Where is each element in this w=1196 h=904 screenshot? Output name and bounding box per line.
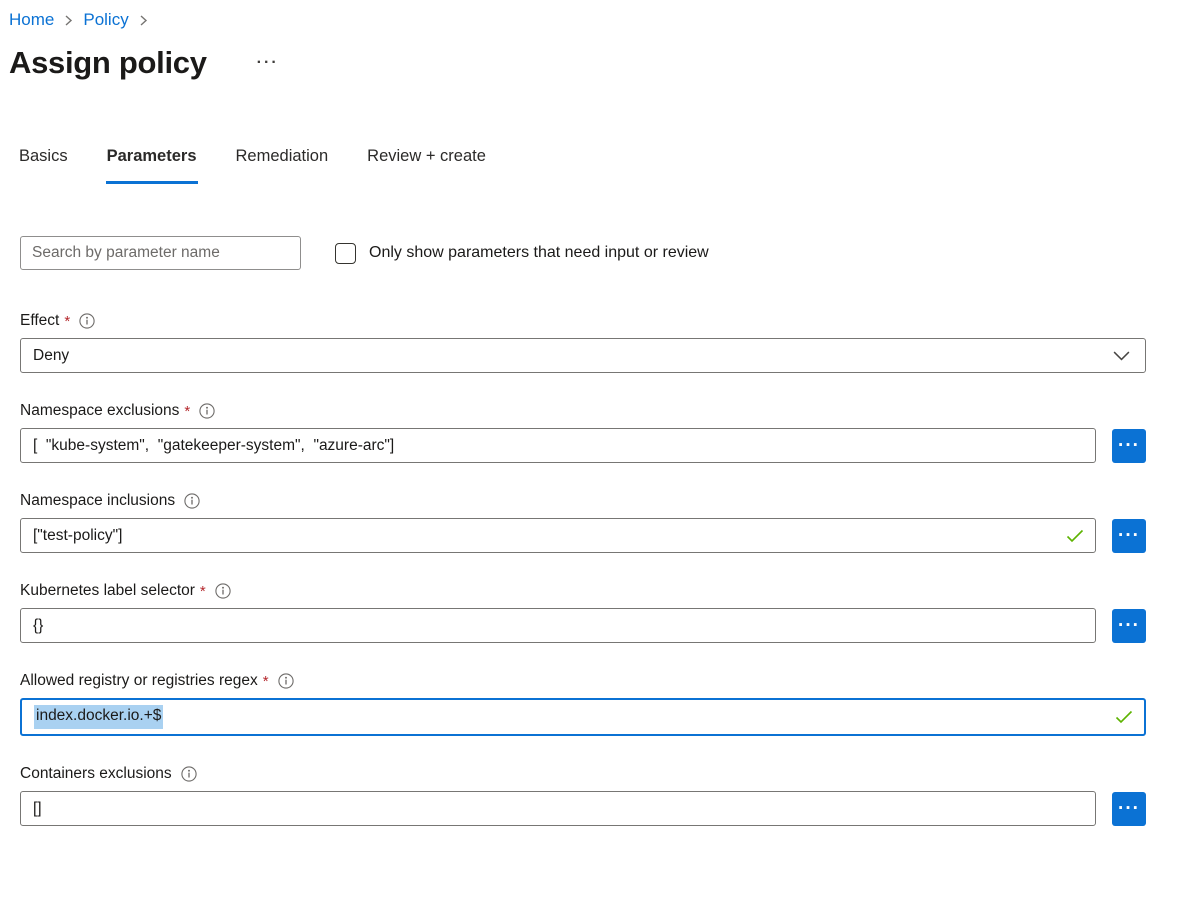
control-row: {} ··· (20, 608, 1146, 643)
namespace-inclusions-edit-button[interactable]: ··· (1112, 519, 1146, 553)
field-label-text: Namespace inclusions (20, 492, 175, 510)
control-row: ["test-policy"] ··· (20, 518, 1146, 553)
effect-dropdown[interactable]: Deny (20, 338, 1146, 373)
breadcrumb: Home Policy (0, 0, 1196, 30)
filter-row: Only show parameters that need input or … (20, 236, 1196, 270)
kubernetes-label-selector-edit-button[interactable]: ··· (1112, 609, 1146, 643)
page-header: Assign policy ··· (9, 45, 1196, 81)
required-marker: * (263, 673, 269, 690)
dropdown-selected-value: Deny (33, 347, 69, 365)
required-marker: * (184, 403, 190, 420)
tab-review-create[interactable]: Review + create (366, 143, 487, 184)
containers-exclusions-input[interactable]: [] (20, 791, 1096, 826)
tab-remediation[interactable]: Remediation (235, 143, 330, 184)
page-title: Assign policy (9, 45, 207, 81)
info-icon[interactable] (199, 403, 215, 419)
namespace-inclusions-input[interactable]: ["test-policy"] (20, 518, 1096, 553)
namespace-exclusions-input[interactable]: [ "kube-system", "gatekeeper-system", "a… (20, 428, 1096, 463)
field-label-row: Namespace inclusions (20, 492, 1146, 510)
input-value: {} (33, 617, 43, 635)
input-value: [] (33, 800, 42, 818)
field-label-text: Effect (20, 312, 59, 330)
chevron-right-icon (63, 14, 74, 27)
selected-input-text: index.docker.io.+$ (34, 705, 163, 729)
breadcrumb-link-policy[interactable]: Policy (83, 10, 128, 30)
field-effect: Effect * Deny (20, 312, 1146, 373)
namespace-exclusions-edit-button[interactable]: ··· (1112, 429, 1146, 463)
field-label-row: Allowed registry or registries regex * (20, 672, 1146, 690)
containers-exclusions-edit-button[interactable]: ··· (1112, 792, 1146, 826)
info-icon[interactable] (278, 673, 294, 689)
info-icon[interactable] (184, 493, 200, 509)
control-row: index.docker.io.+$ (20, 698, 1146, 736)
chevron-down-icon (1113, 350, 1130, 361)
required-marker: * (200, 583, 206, 600)
tab-parameters[interactable]: Parameters (106, 143, 198, 184)
field-label-text: Containers exclusions (20, 765, 172, 783)
tab-basics[interactable]: Basics (18, 143, 69, 184)
field-label-row: Effect * (20, 312, 1146, 330)
info-icon[interactable] (79, 313, 95, 329)
required-marker: * (64, 313, 70, 330)
info-icon[interactable] (181, 766, 197, 782)
kubernetes-label-selector-input[interactable]: {} (20, 608, 1096, 643)
breadcrumb-link-home[interactable]: Home (9, 10, 54, 30)
field-containers-exclusions: Containers exclusions [] ··· (20, 765, 1146, 826)
input-value: ["test-policy"] (33, 527, 122, 545)
valid-check-icon (1066, 529, 1084, 543)
field-namespace-exclusions: Namespace exclusions * [ "kube-system", … (20, 402, 1146, 463)
valid-check-icon (1115, 710, 1133, 724)
field-label-text: Allowed registry or registries regex (20, 672, 258, 690)
parameters-form: Effect * Deny Namespace exclusions * (20, 312, 1146, 826)
field-label-row: Namespace exclusions * (20, 402, 1146, 420)
field-label-row: Containers exclusions (20, 765, 1146, 783)
info-icon[interactable] (215, 583, 231, 599)
input-value: [ "kube-system", "gatekeeper-system", "a… (33, 437, 394, 455)
search-input[interactable] (20, 236, 301, 270)
control-row: Deny (20, 338, 1146, 373)
control-row: [] ··· (20, 791, 1146, 826)
allowed-registry-regex-input[interactable]: index.docker.io.+$ (20, 698, 1146, 736)
field-label-row: Kubernetes label selector * (20, 582, 1146, 600)
control-row: [ "kube-system", "gatekeeper-system", "a… (20, 428, 1146, 463)
only-show-needed-checkbox[interactable] (335, 243, 356, 264)
checkbox-label: Only show parameters that need input or … (369, 244, 709, 262)
field-kubernetes-label-selector: Kubernetes label selector * {} ··· (20, 582, 1146, 643)
tab-bar: Basics Parameters Remediation Review + c… (18, 143, 1196, 184)
more-options-button[interactable]: ··· (253, 51, 283, 75)
chevron-right-icon (138, 14, 149, 27)
field-namespace-inclusions: Namespace inclusions ["test-policy"] ··· (20, 492, 1146, 553)
field-label-text: Namespace exclusions (20, 402, 179, 420)
field-label-text: Kubernetes label selector (20, 582, 195, 600)
field-allowed-registry-regex: Allowed registry or registries regex * i… (20, 672, 1146, 736)
